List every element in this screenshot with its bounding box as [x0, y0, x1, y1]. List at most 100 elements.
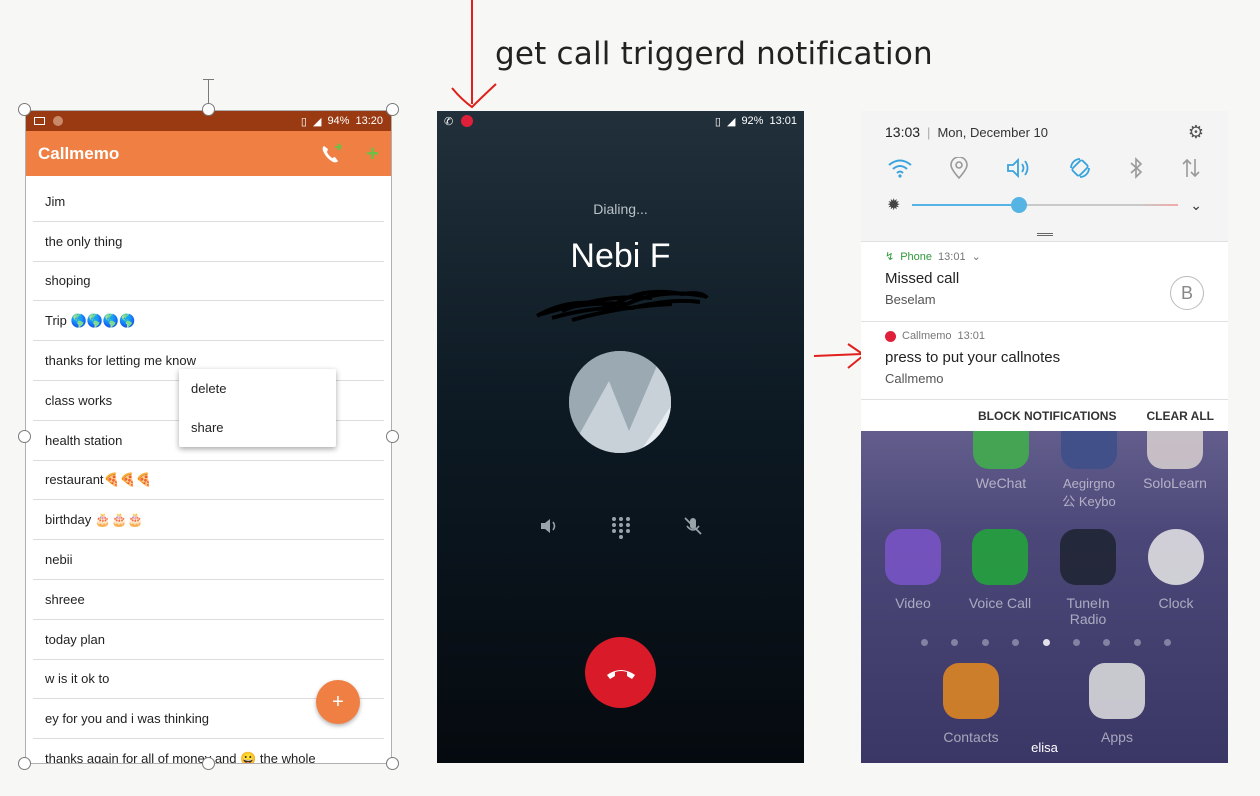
brightness-slider[interactable] — [912, 197, 1179, 213]
resize-handle-tr[interactable] — [386, 103, 399, 116]
sound-icon[interactable] — [1005, 157, 1031, 179]
avatar-icon — [53, 116, 63, 126]
app-tunein[interactable]: TuneIn Radio — [1050, 529, 1126, 627]
page-dot — [1103, 639, 1111, 646]
notification-missed-call[interactable]: ↯ Phone 13:01 ⌄ Missed call Beselam B — [861, 241, 1228, 321]
resize-handle-br[interactable] — [386, 757, 399, 770]
app-clock[interactable]: Clock — [1138, 529, 1214, 611]
menu-delete[interactable]: delete — [179, 369, 336, 408]
page-dot — [1072, 639, 1080, 646]
clock-text: 13:01 — [769, 115, 797, 127]
quick-settings — [861, 153, 1228, 183]
page-indicator — [921, 639, 1171, 646]
contact-avatar — [569, 351, 671, 453]
app-label: TuneIn Radio — [1066, 595, 1110, 627]
page-dot — [1012, 639, 1020, 646]
location-icon[interactable] — [949, 157, 969, 179]
notif-title: Missed call — [885, 270, 960, 287]
speaker-icon[interactable] — [538, 515, 560, 537]
shade-header: 13:03 | Mon, December 10 ⚙ — [861, 111, 1228, 153]
bluetooth-icon[interactable] — [1128, 157, 1144, 179]
clear-all-button[interactable]: CLEAR ALL — [1146, 409, 1214, 423]
app-label: Clock — [1158, 595, 1194, 611]
annotation-title: get call triggerd notification — [495, 36, 933, 72]
add-icon[interactable]: + — [366, 142, 379, 165]
list-item[interactable]: nebii — [33, 540, 384, 580]
list-item[interactable]: birthday 🎂🎂🎂 — [33, 500, 384, 541]
list-item[interactable]: restaurant🍕🍕🍕 — [33, 461, 384, 501]
resize-handle-tl[interactable] — [18, 103, 31, 116]
context-menu: delete share — [179, 369, 336, 447]
hangup-icon — [606, 669, 635, 679]
notif-time: 13:01 — [957, 330, 986, 342]
notif-text: Callmemo — [885, 371, 944, 386]
resize-handle-bm[interactable] — [202, 757, 215, 770]
shade-time: 13:03 — [885, 124, 921, 140]
app-label: SoloLearn — [1143, 475, 1207, 491]
clock-text: 13:20 — [355, 115, 383, 127]
brightness-knob[interactable] — [1010, 197, 1027, 213]
app-wechat[interactable]: WeChat — [963, 431, 1039, 491]
app-label: Voice Call — [968, 595, 1032, 611]
vibrate-icon: ▯ — [714, 115, 721, 128]
list-item[interactable]: shoping — [33, 262, 384, 302]
dock-contacts[interactable]: Contacts — [933, 663, 1009, 745]
add-note-fab[interactable]: + — [316, 680, 360, 724]
home-screen: WeChat Aegirgno 公 Keybo SoloLearn Video … — [861, 431, 1228, 763]
auto-rotate-icon[interactable] — [1068, 156, 1092, 180]
callmemo-icon — [885, 330, 896, 342]
settings-gear-icon[interactable]: ⚙ — [1188, 122, 1204, 143]
app-keyboard[interactable]: Aegirgno 公 Keybo — [1051, 431, 1127, 510]
page-dot — [921, 639, 928, 646]
expand-chevron-icon[interactable]: ⌄ — [972, 250, 981, 263]
contact-name: Nebi F — [570, 237, 671, 275]
app-video[interactable]: Video — [875, 529, 951, 611]
notification-callmemo[interactable]: Callmemo 13:01 press to put your callnot… — [861, 321, 1228, 399]
clock-icon — [1148, 529, 1204, 585]
video-icon — [885, 529, 941, 585]
notification-screen: WeChat Aegirgno 公 Keybo SoloLearn Video … — [861, 111, 1228, 763]
wifi-icon[interactable] — [887, 158, 913, 178]
dialpad-icon[interactable] — [610, 515, 632, 539]
notif-time: 13:01 — [938, 250, 966, 263]
notif-title: press to put your callnotes — [885, 349, 1061, 366]
wechat-icon — [973, 431, 1029, 469]
chevron-down-icon[interactable]: ⌄ — [1190, 197, 1202, 214]
end-call-button[interactable] — [585, 637, 656, 708]
mobile-data-icon[interactable] — [1180, 157, 1202, 179]
separator: | — [927, 124, 931, 140]
redaction-scribble — [536, 289, 709, 322]
list-item[interactable]: Trip 🌎🌎🌎🌎 — [33, 301, 384, 342]
block-notifications-button[interactable]: BLOCK NOTIFICATIONS — [978, 409, 1116, 423]
resize-handle-ml[interactable] — [18, 430, 31, 443]
dock-apps[interactable]: Apps — [1079, 663, 1155, 745]
app-sololearn[interactable]: SoloLearn — [1137, 431, 1213, 491]
brightness-row: ✹ ⌄ — [861, 183, 1228, 227]
signal-icon: ◢ — [312, 115, 322, 128]
resize-handle-mr[interactable] — [386, 430, 399, 443]
list-item[interactable]: Jim — [33, 182, 384, 222]
sololearn-icon — [1147, 431, 1203, 469]
app-voice-call[interactable]: Voice Call — [962, 529, 1038, 611]
app-label: Video — [895, 595, 931, 611]
menu-share[interactable]: share — [179, 408, 336, 447]
list-item[interactable]: shreee — [33, 580, 384, 620]
mute-icon[interactable] — [682, 515, 704, 537]
app-label: WeChat — [975, 475, 1027, 491]
list-item[interactable]: today plan — [33, 620, 384, 660]
shade-date: Mon, December 10 — [937, 124, 1048, 140]
phone-missed-icon: ↯ — [885, 251, 895, 263]
page-dot — [1133, 639, 1141, 646]
notes-list: Jim the only thing shoping Trip 🌎🌎🌎🌎 thanks … — [26, 176, 391, 763]
resize-handle-tm[interactable] — [202, 103, 215, 116]
phone-refresh-icon[interactable] — [320, 142, 344, 165]
vibrate-icon: ▯ — [300, 115, 307, 128]
page-dot — [1164, 639, 1171, 646]
app-label: Aegirgno 公 Keybo — [1062, 476, 1116, 509]
phone-icon: ✆ — [444, 115, 454, 128]
list-item[interactable]: the only thing — [33, 222, 384, 262]
resize-handle-bl[interactable] — [18, 757, 31, 770]
drag-handle[interactable] — [861, 227, 1228, 241]
tunein-icon — [1060, 529, 1116, 585]
contact-badge: B — [1170, 276, 1204, 310]
